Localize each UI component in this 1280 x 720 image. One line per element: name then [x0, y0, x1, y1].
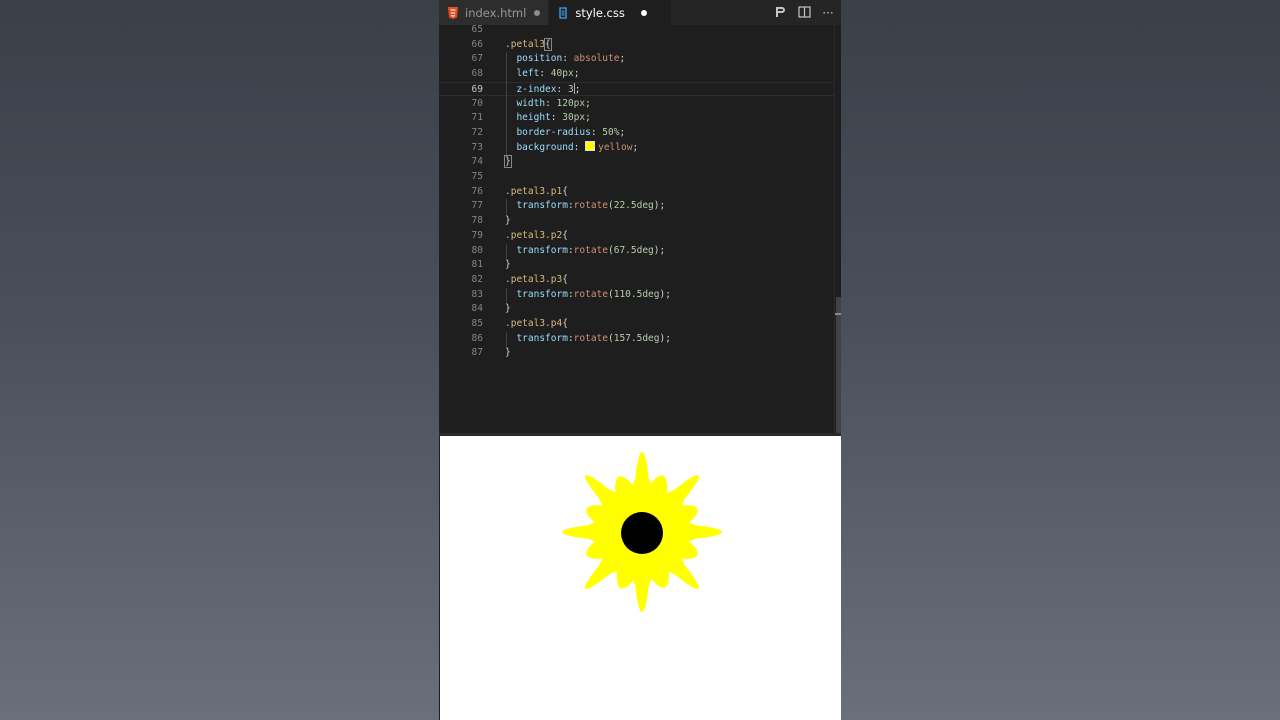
line-number: 75	[471, 171, 483, 182]
code-line[interactable]: 74}	[439, 155, 835, 170]
line-number: 81	[471, 259, 483, 271]
code-line[interactable]: 76 .petal3.p1{	[439, 185, 835, 200]
line-number: 65	[471, 25, 483, 35]
line-number: 68	[471, 68, 483, 80]
more-actions-icon[interactable]: ···	[821, 6, 835, 20]
code-text[interactable]: transform:rotate(110.5deg);	[505, 288, 671, 303]
code-text[interactable]: border-radius: 50%;	[505, 126, 625, 141]
line-number: 67	[471, 53, 483, 65]
line-number: 76	[471, 185, 483, 197]
code-line[interactable]: 83 transform:rotate(110.5deg);	[439, 288, 835, 303]
indent-guide	[506, 199, 507, 215]
line-number: 86	[471, 332, 483, 344]
flower-center	[621, 512, 663, 554]
editor-actions: ···	[773, 0, 841, 25]
code-text[interactable]: background: yellow;	[505, 140, 638, 156]
html5-icon	[447, 6, 459, 19]
code-text[interactable]: .petal3.p3{	[505, 273, 568, 288]
indent-guide	[506, 331, 507, 347]
code-text[interactable]: }	[505, 214, 511, 229]
code-editor[interactable]: 65 66 .petal3{67 position: absolute; 68 lef…	[439, 25, 841, 433]
open-preview-icon[interactable]	[773, 6, 787, 20]
line-number: 78	[471, 215, 483, 227]
code-line[interactable]: 72 border-radius: 50%;	[439, 126, 835, 141]
line-number: 87	[471, 347, 483, 359]
tab-label: index.html	[465, 5, 527, 20]
code-line[interactable]: 68 left: 40px;	[439, 67, 835, 82]
code-text[interactable]: transform:rotate(22.5deg);	[505, 199, 665, 214]
code-line[interactable]: 85 .petal3.p4{	[439, 317, 835, 332]
line-number: 73	[471, 141, 483, 153]
line-number: 66	[471, 38, 483, 50]
code-line[interactable]: 75	[439, 170, 835, 185]
editor-tab-bar: index.html style.css ···	[439, 0, 841, 25]
code-line[interactable]: 78}	[439, 214, 835, 229]
code-line[interactable]: 66 .petal3{	[439, 37, 835, 53]
unsaved-dot-icon[interactable]	[640, 9, 647, 16]
code-text[interactable]: }	[505, 302, 511, 317]
code-line[interactable]: 67 position: absolute;	[439, 52, 835, 67]
vscode-window: index.html style.css ··· 65 66 .petal3{6	[439, 0, 841, 720]
code-line[interactable]: 71 height: 30px;	[439, 111, 835, 126]
code-text[interactable]: .petal3.p2{	[505, 229, 568, 244]
code-line[interactable]: 82 .petal3.p3{	[439, 273, 835, 288]
scrollbar-thumb[interactable]	[836, 297, 841, 433]
scrollbar-position-marker	[835, 313, 841, 315]
line-number: 72	[471, 126, 483, 138]
code-text[interactable]: .petal3{	[505, 37, 552, 53]
flower-graphic	[562, 452, 722, 612]
code-text[interactable]: transform:rotate(67.5deg);	[505, 244, 665, 259]
line-number: 74	[471, 156, 483, 168]
code-line[interactable]: 70 width: 120px;	[439, 97, 835, 112]
code-line[interactable]: 84}	[439, 302, 835, 317]
unsaved-dot-icon	[534, 9, 541, 16]
code-text[interactable]: width: 120px;	[505, 97, 590, 112]
code-text[interactable]: }	[504, 155, 512, 170]
line-number: 69	[471, 83, 483, 95]
code-text[interactable]: height: 30px;	[505, 111, 590, 126]
code-text[interactable]: transform:rotate(157.5deg);	[505, 332, 671, 347]
code-line[interactable]: 86 transform:rotate(157.5deg);	[439, 332, 835, 347]
vertical-scrollbar[interactable]	[834, 25, 841, 433]
code-line[interactable]: 73 background: yellow;	[439, 140, 835, 156]
line-number: 71	[471, 112, 483, 124]
code-text[interactable]: .petal3.p4{	[505, 317, 568, 332]
tab-style-css[interactable]: style.css	[549, 0, 672, 25]
code-line[interactable]: 87}	[439, 346, 835, 361]
code-line[interactable]: 69 z-index: 3;	[439, 81, 835, 98]
line-number: 77	[471, 200, 483, 212]
code-text[interactable]: position: absolute;	[505, 52, 625, 67]
code-line[interactable]: 77 transform:rotate(22.5deg);	[439, 199, 835, 214]
code-text[interactable]: .petal3.p1{	[505, 185, 568, 200]
line-number: 85	[471, 318, 483, 329]
code-text[interactable]: left: 40px;	[505, 67, 579, 82]
code-text[interactable]: }	[505, 258, 511, 273]
code-line[interactable]: 80 transform:rotate(67.5deg);	[439, 244, 835, 259]
code-text[interactable]: }	[505, 346, 511, 361]
css3-icon	[557, 6, 569, 19]
line-number: 83	[471, 288, 483, 300]
indent-guide	[506, 243, 507, 259]
line-number: 82	[471, 273, 483, 285]
indent-guide	[506, 287, 507, 303]
tab-index-html[interactable]: index.html	[439, 0, 550, 25]
line-number: 84	[471, 303, 483, 315]
browser-preview	[439, 436, 841, 720]
indent-guide	[506, 52, 507, 156]
line-number: 80	[471, 244, 483, 256]
split-editor-icon[interactable]	[797, 5, 811, 20]
line-number: 70	[471, 97, 483, 109]
code-text[interactable]: z-index: 3;	[505, 82, 580, 98]
line-number: 79	[471, 229, 483, 241]
tab-label: style.css	[575, 5, 625, 20]
code-line[interactable]: 79 .petal3.p2{	[439, 229, 835, 244]
code-line[interactable]: 81}	[439, 258, 835, 273]
code-line[interactable]: 65	[439, 25, 835, 38]
preview-edge	[439, 436, 440, 720]
